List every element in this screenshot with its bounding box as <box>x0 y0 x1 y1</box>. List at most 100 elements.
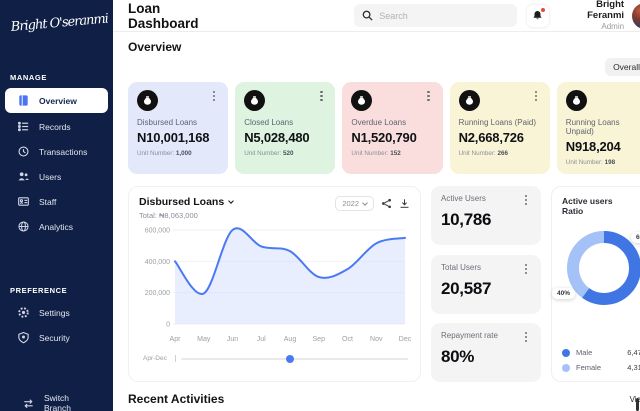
chevron-down-icon <box>228 198 235 204</box>
overview-heading: Overview <box>128 40 182 55</box>
card-closed-loans: Closed Loans N5,028,480 Unit Number: 520 <box>235 82 336 175</box>
sidebar-item-records[interactable]: Records <box>5 115 108 138</box>
sidebar-item-analytics[interactable]: Analytics <box>5 215 108 238</box>
search-icon <box>362 10 373 21</box>
year-filter-label: 2022 <box>342 199 359 209</box>
area-line-chart: 0 200,000 400,000 600,000 Apr May Jun Jul Aug Sep… <box>145 227 412 343</box>
sidebar-item-label: Switch Branch <box>44 393 71 411</box>
legend-row-female: Female 4,314 <box>562 363 640 372</box>
stat-menu-button[interactable] <box>521 331 531 343</box>
unit-number: Unit Number: 198 <box>565 159 616 167</box>
slider-track[interactable] <box>180 354 408 363</box>
x-tick-label: Nov <box>370 336 383 343</box>
sidebar-item-transactions[interactable]: Transactions <box>5 140 108 163</box>
share-icon[interactable] <box>381 198 392 209</box>
card-running-loans-unpaid: Running Loans Unpaid) N918,204 Unit Numb… <box>556 82 640 175</box>
legend-value: 6,472 <box>627 348 640 358</box>
male-pct-badge: 60% <box>630 232 640 244</box>
x-tick-label: Aug <box>284 336 297 343</box>
sidebar-section-manage: MANAGE <box>10 73 47 82</box>
gear-icon <box>17 306 30 319</box>
card-amount: N2,668,726 <box>458 130 524 146</box>
sidebar-item-label: Overview <box>39 95 77 106</box>
sidebar-section-preference: PREFERENCE <box>10 286 68 295</box>
money-bag-icon <box>351 90 373 112</box>
card-amount: N918,204 <box>565 139 621 155</box>
card-menu-button[interactable] <box>531 90 541 102</box>
sidebar-item-label: Analytics <box>39 221 74 232</box>
sidebar: Bright O'seranmi MANAGE Overview Records <box>0 0 113 411</box>
sidebar-item-switch-branch[interactable]: Switch Branch <box>10 388 103 411</box>
stats-column: Active Users 10,786 Total Users 20,587 R… <box>431 186 541 383</box>
users-icon <box>17 170 30 183</box>
sidebar-item-label: Staff <box>39 196 57 207</box>
range-label: Apr-Dec <box>143 355 167 363</box>
sidebar-item-settings[interactable]: Settings <box>5 301 108 324</box>
female-legend-dot <box>562 363 570 372</box>
donut-legend: Male 6,472 Female 4,314 <box>562 342 640 372</box>
stat-menu-button[interactable] <box>521 263 531 275</box>
notifications-button[interactable] <box>526 4 549 27</box>
switch-icon <box>22 397 35 410</box>
x-tick-label: Oct <box>342 336 353 343</box>
stat-value: 80% <box>441 347 475 367</box>
avatar[interactable] <box>632 2 640 29</box>
year-filter-button[interactable]: 2022 <box>335 196 374 212</box>
disbursed-loans-chart-card: Disbursed Loans Total: ₦8,063,000 2022 0… <box>128 186 421 383</box>
stat-value: 20,587 <box>441 278 492 298</box>
unit-number: Unit Number: 152 <box>351 150 401 158</box>
stat-label: Total Users <box>441 262 482 272</box>
chart-total: Total: ₦8,063,000 <box>139 211 198 221</box>
card-label: Closed Loans <box>244 118 294 128</box>
money-bag-icon <box>137 90 158 112</box>
scrollbar-thumb[interactable] <box>636 398 639 411</box>
legend-label: Female <box>576 363 602 373</box>
main-area: Loan Dashboard Bright Feranmi Admin <box>113 0 640 411</box>
book-icon <box>17 94 30 107</box>
overall-filter-button[interactable]: Overall <box>605 58 640 77</box>
download-icon[interactable] <box>399 198 410 209</box>
card-menu-button[interactable] <box>209 90 219 102</box>
card-amount: N5,028,480 <box>244 130 310 146</box>
card-label: Overdue Loans <box>351 118 407 128</box>
sidebar-item-overview[interactable]: Overview <box>5 88 108 113</box>
x-tick-label: Apr <box>170 336 182 343</box>
repayment-rate-card: Repayment rate 80% <box>431 323 541 383</box>
card-menu-button[interactable] <box>316 90 326 102</box>
chart-range-slider: Apr-Dec <box>139 354 410 363</box>
top-bar: Loan Dashboard Bright Feranmi Admin <box>113 0 640 33</box>
donut-chart: 60% 40% <box>552 226 640 315</box>
y-tick-label: 600,000 <box>145 228 170 235</box>
id-card-icon <box>17 195 30 208</box>
sidebar-item-label: Settings <box>39 307 70 318</box>
sidebar-item-label: Records <box>39 121 71 132</box>
sidebar-item-security[interactable]: Security <box>5 326 108 349</box>
x-tick-label: May <box>197 336 211 343</box>
total-users-card: Total Users 20,587 <box>431 254 541 314</box>
unit-number: Unit Number: 520 <box>244 150 294 158</box>
card-menu-button[interactable] <box>424 90 434 102</box>
card-label: Disbursed Loans <box>137 118 198 128</box>
sidebar-item-label: Transactions <box>39 146 88 157</box>
page-title: Loan Dashboard <box>128 0 199 31</box>
money-bag-icon <box>244 90 266 112</box>
clock-icon <box>17 145 30 158</box>
search-input[interactable] <box>379 10 509 21</box>
money-bag-icon <box>458 90 480 112</box>
search-bar <box>354 4 517 28</box>
notification-dot <box>540 7 545 12</box>
globe-icon <box>17 220 30 233</box>
user-meta: Bright Feranmi Admin <box>557 0 624 31</box>
card-amount: N10,001,168 <box>137 130 210 146</box>
ratio-menu-button[interactable] <box>636 196 640 208</box>
active-users-card: Active Users 10,786 <box>431 186 541 246</box>
card-label: Running Loans (Paid) <box>458 118 536 128</box>
slider-handle[interactable] <box>285 354 294 363</box>
stat-menu-button[interactable] <box>521 194 531 206</box>
money-bag-icon <box>565 90 587 112</box>
sidebar-item-staff[interactable]: Staff <box>5 190 108 213</box>
chart-title-dropdown[interactable]: Disbursed Loans <box>139 196 235 208</box>
sidebar-item-label: Security <box>39 332 70 343</box>
brand-signature-logo: Bright O'seranmi <box>10 11 109 35</box>
sidebar-item-users[interactable]: Users <box>5 165 108 188</box>
